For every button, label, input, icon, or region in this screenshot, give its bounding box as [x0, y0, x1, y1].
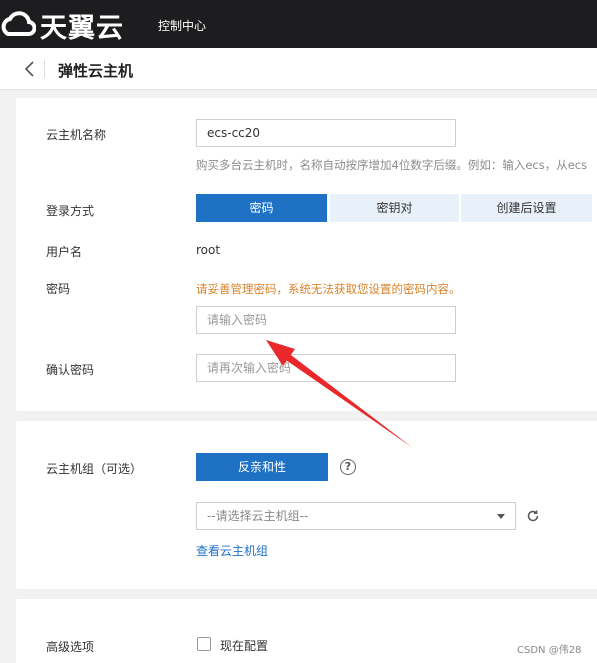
page-header: 弹性云主机	[0, 48, 597, 90]
back-chevron-icon[interactable]	[22, 60, 38, 78]
cloud-logo-icon	[1, 11, 36, 36]
view-server-groups-link[interactable]: 查看云主机组	[196, 542, 268, 559]
advanced-options-card	[16, 599, 597, 663]
advanced-options-label: 高级选项	[46, 640, 95, 654]
caret-down-icon	[497, 514, 505, 519]
brand-name: 天翼云	[40, 12, 124, 44]
server-group-select[interactable]: --请选择云主机组--	[196, 502, 516, 530]
password-input[interactable]	[196, 306, 456, 334]
login-option-later[interactable]: 创建后设置	[461, 194, 592, 222]
name-label: 云主机名称	[46, 128, 107, 142]
page-title: 弹性云主机	[58, 62, 134, 80]
server-group-label: 云主机组（可选）	[46, 462, 143, 476]
configure-now-checkbox[interactable]	[197, 637, 211, 651]
refresh-icon[interactable]	[526, 509, 540, 523]
password-warning: 请妥善管理密码，系统无法获取您设置的密码内容。	[196, 282, 461, 296]
help-icon[interactable]: ?	[340, 459, 356, 475]
login-option-keypair[interactable]: 密钥对	[330, 194, 459, 222]
login-option-password[interactable]: 密码	[196, 194, 327, 222]
username-label: 用户名	[46, 245, 83, 259]
name-hint: 购买多台云主机时，名称自动按序增加4位数字后缀。例如：输入ecs，从ecs	[196, 158, 588, 172]
configure-now-label[interactable]: 现在配置	[220, 637, 268, 654]
anti-affinity-button[interactable]: 反亲和性	[196, 453, 328, 481]
top-nav-bar: 天翼云 控制中心	[0, 0, 597, 48]
nav-console-link[interactable]: 控制中心	[158, 17, 206, 34]
brand-logo[interactable]: 天翼云	[0, 8, 124, 44]
name-input[interactable]	[196, 119, 456, 147]
password-label: 密码	[46, 282, 71, 296]
confirm-password-label: 确认密码	[46, 363, 95, 377]
server-group-select-value: --请选择云主机组--	[207, 509, 309, 523]
username-value: root	[196, 243, 221, 257]
confirm-password-input[interactable]	[196, 354, 456, 382]
login-method-label: 登录方式	[46, 204, 95, 218]
header-divider	[44, 60, 45, 78]
watermark-text: CSDN @伟28	[517, 645, 582, 656]
